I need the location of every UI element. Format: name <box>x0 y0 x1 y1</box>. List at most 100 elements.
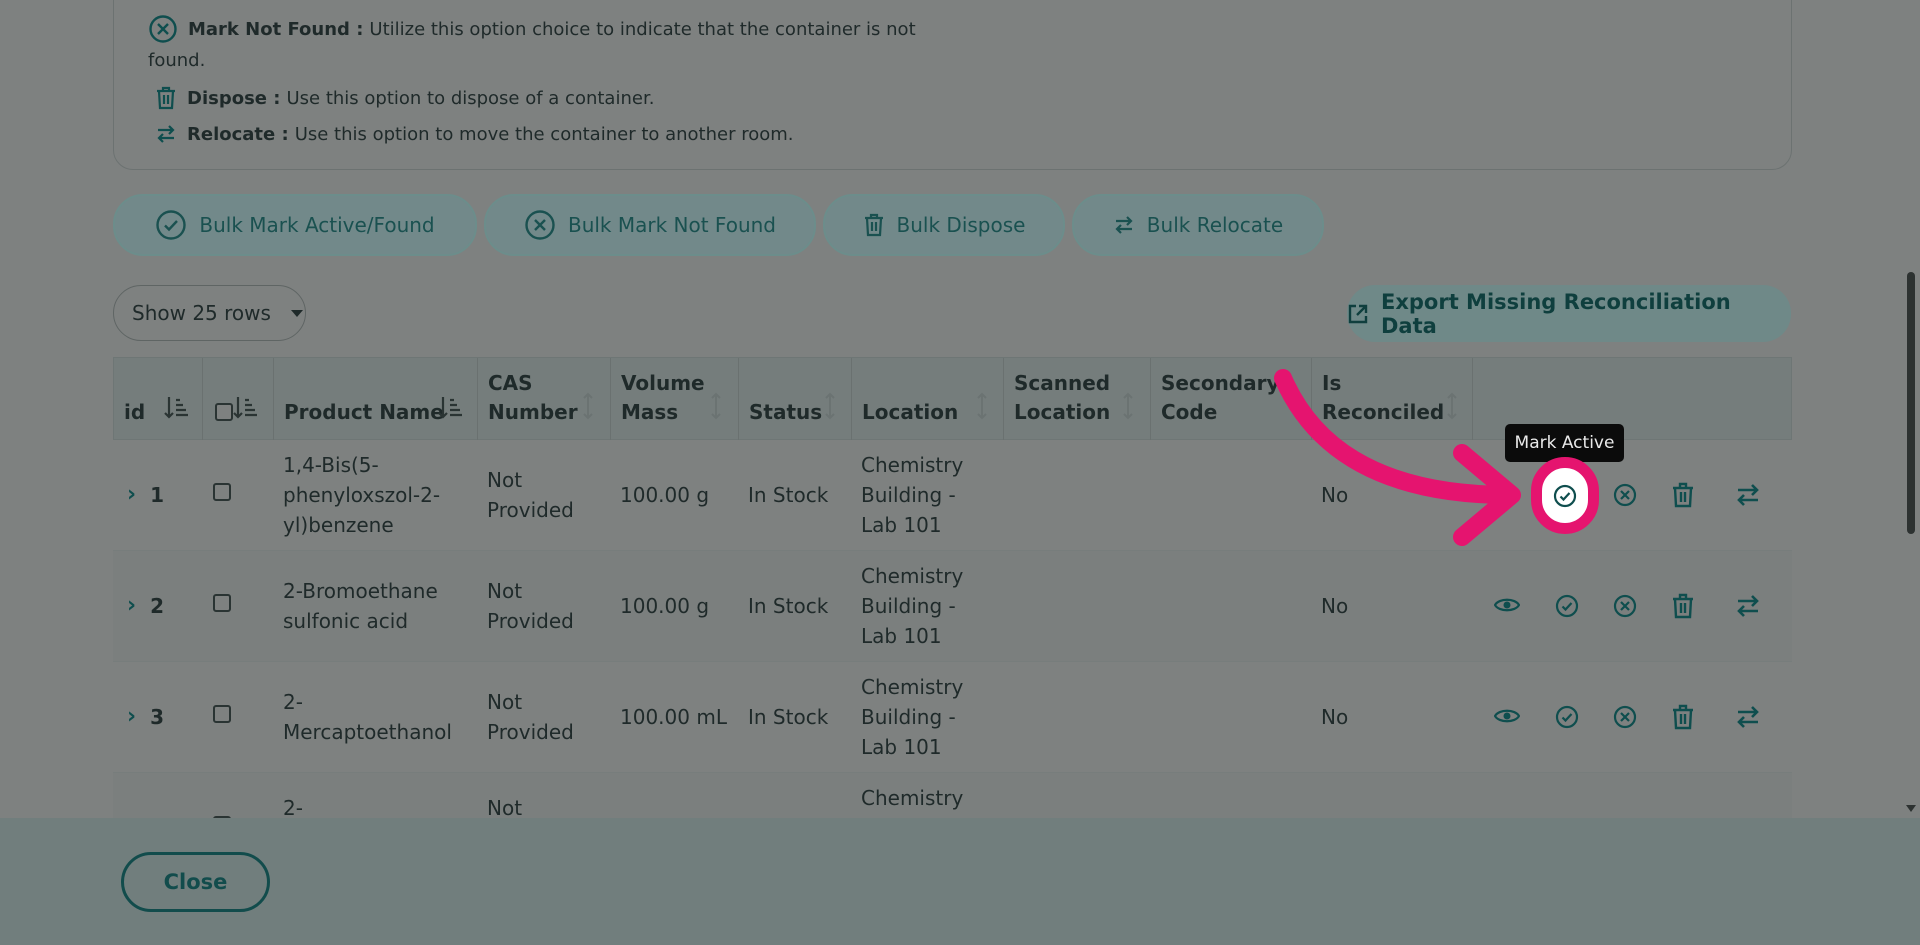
bulk-mark-active-button[interactable]: Bulk Mark Active/Found <box>113 194 477 256</box>
sort-icon[interactable] <box>975 392 989 425</box>
product-name-line: Mercaptoethanol <box>283 720 452 744</box>
cas-number: Not Provided <box>487 465 574 525</box>
location-line: Lab 101 <box>861 624 942 648</box>
mark-active-icon[interactable] <box>1555 705 1579 729</box>
header-volume-mass[interactable]: Volume Mass <box>611 358 739 441</box>
relocate-icon[interactable] <box>1735 594 1761 618</box>
product-name-line: 2- <box>283 690 303 714</box>
sort-icon[interactable] <box>1445 392 1459 425</box>
export-missing-data-button[interactable]: Export Missing Reconciliation Data <box>1347 285 1791 342</box>
sort-icon[interactable] <box>823 392 837 425</box>
dispose-icon[interactable] <box>1671 704 1695 730</box>
mark-not-found-icon[interactable] <box>1613 705 1637 729</box>
header-is-reconciled[interactable]: Is Reconciled <box>1312 358 1473 441</box>
location-line: Lab 101 <box>861 513 942 537</box>
header-secondary-label: Secondary Code <box>1161 369 1280 427</box>
modal-footer <box>0 818 1920 945</box>
row-id-cell[interactable]: › 2 <box>127 591 164 621</box>
sort-icon[interactable] <box>438 394 462 425</box>
header-cas-line2: Number <box>488 400 578 424</box>
header-product-name[interactable]: Product Name <box>274 358 478 441</box>
close-button[interactable]: Close <box>121 852 270 912</box>
dispose-icon[interactable] <box>1671 482 1695 508</box>
header-volume-label: Volume Mass <box>621 369 705 427</box>
cas-number: Not Provided <box>487 687 574 747</box>
header-reconciled-line1: Is <box>1322 371 1342 395</box>
location: Chemistry Building - Lab 101 <box>861 672 963 762</box>
chevron-right-icon[interactable]: › <box>127 591 136 621</box>
header-status[interactable]: Status <box>739 358 852 441</box>
sort-icon[interactable] <box>709 392 723 425</box>
row-id: 3 <box>150 705 164 729</box>
mark-active-highlight[interactable] <box>1531 457 1599 534</box>
row-checkbox[interactable] <box>213 483 231 501</box>
reconciliation-modal-page: Mark Not Found : Utilize this option cho… <box>0 0 1920 945</box>
legend-dispose: Dispose : Use this option to dispose of … <box>155 86 654 110</box>
chevron-right-icon[interactable]: › <box>127 480 136 510</box>
legend-relocate-text: Use this option to move the container to… <box>294 123 794 145</box>
status: In Stock <box>748 705 829 729</box>
header-cas-number[interactable]: CAS Number <box>478 358 611 441</box>
volume-mass: 100.00 g <box>620 483 710 507</box>
sort-icon[interactable] <box>233 394 257 425</box>
bulk-relocate-button[interactable]: Bulk Relocate <box>1072 194 1324 256</box>
row-id: 2 <box>150 594 164 618</box>
header-volume-line2: Mass <box>621 400 679 424</box>
mark-active-icon[interactable] <box>1555 594 1579 618</box>
eye-icon[interactable] <box>1494 596 1520 614</box>
location: Chemistry Building - Lab 101 <box>861 561 963 651</box>
swap-arrows-icon <box>1113 214 1135 236</box>
table-row: › 2 2-Bromoethane sulfonic acid Not Prov… <box>113 551 1792 662</box>
cas-line: Provided <box>487 498 574 522</box>
table-row: › 3 2- Mercaptoethanol Not Provided 100.… <box>113 662 1792 773</box>
header-id[interactable]: id <box>114 358 203 441</box>
legend-mark-not-found-title: Mark Not Found : <box>188 18 364 40</box>
vertical-scrollbar[interactable] <box>1903 0 1920 818</box>
cas-number: Not Provided <box>487 576 574 636</box>
header-scanned-line2: Location <box>1014 400 1111 424</box>
trash-icon <box>155 86 177 110</box>
chevron-right-icon[interactable]: › <box>127 702 136 732</box>
header-scanned-label: Scanned Location <box>1014 369 1110 427</box>
header-volume-line1: Volume <box>621 371 705 395</box>
swap-arrows-icon <box>155 123 177 145</box>
dispose-icon[interactable] <box>1671 593 1695 619</box>
location-line: Chemistry <box>861 564 964 588</box>
sort-icon[interactable] <box>581 392 595 425</box>
sort-icon[interactable] <box>164 394 188 425</box>
row-id-cell[interactable]: › 1 <box>127 480 164 510</box>
status: In Stock <box>748 594 829 618</box>
row-id-cell[interactable]: › 3 <box>127 702 164 732</box>
row-id: 1 <box>150 483 164 507</box>
product-name-line: yl)benzene <box>283 513 394 537</box>
mark-active-icon[interactable] <box>1553 484 1577 508</box>
circle-x-icon <box>524 209 556 241</box>
location-line: Lab 101 <box>861 735 942 759</box>
location-line: Building - <box>861 705 956 729</box>
row-checkbox[interactable] <box>213 705 231 723</box>
header-secondary-line1: Secondary <box>1161 371 1280 395</box>
bulk-dispose-button[interactable]: Bulk Dispose <box>823 194 1065 256</box>
eye-icon[interactable] <box>1494 707 1520 725</box>
location-line: Chemistry <box>861 675 964 699</box>
relocate-icon[interactable] <box>1735 705 1761 729</box>
sort-icon[interactable] <box>1121 392 1135 425</box>
product-name-line: 1,4-Bis(5- <box>283 453 379 477</box>
header-scanned-location[interactable]: Scanned Location <box>1004 358 1151 441</box>
mark-not-found-icon[interactable] <box>1613 594 1637 618</box>
select-all-checkbox[interactable] <box>215 403 233 421</box>
product-name: 2-Bromoethane sulfonic acid <box>283 576 438 636</box>
header-location[interactable]: Location <box>852 358 1004 441</box>
trash-icon <box>863 213 885 237</box>
relocate-icon[interactable] <box>1735 483 1761 507</box>
row-checkbox[interactable] <box>213 594 231 612</box>
product-name: 2- Mercaptoethanol <box>283 687 452 747</box>
scroll-down-arrow-icon[interactable] <box>1906 805 1916 812</box>
mark-not-found-icon[interactable] <box>1613 483 1637 507</box>
header-secondary-code[interactable]: Secondary Code <box>1151 358 1312 441</box>
scrollbar-thumb[interactable] <box>1907 272 1915 534</box>
rows-per-page-select[interactable]: Show 25 rows <box>113 285 306 341</box>
export-icon <box>1347 303 1369 325</box>
bulk-mark-not-found-button[interactable]: Bulk Mark Not Found <box>484 194 816 256</box>
legend-mark-not-found-text-cont: found. <box>148 50 206 71</box>
